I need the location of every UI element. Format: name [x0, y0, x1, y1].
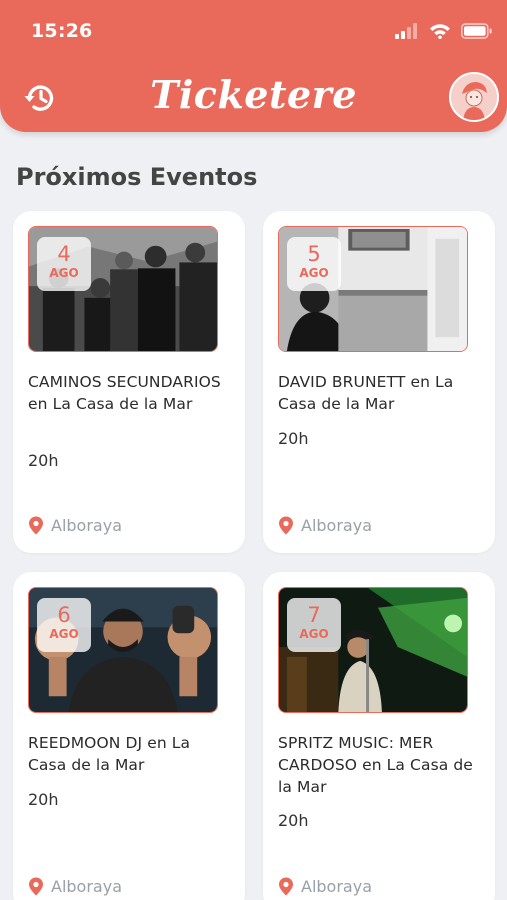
status-time: 15:26: [31, 20, 93, 42]
event-time: 20h: [28, 790, 59, 809]
date-day: 6: [57, 603, 71, 627]
date-month: AGO: [299, 266, 329, 280]
app-header: 15:26 Ticketere: [0, 0, 507, 132]
event-title: SPRITZ MUSIC: MER CARDOSO en La Casa de …: [278, 734, 473, 796]
event-time: 20h: [278, 429, 309, 448]
date-badge: 6 AGO: [37, 598, 91, 652]
date-badge: 7 AGO: [287, 598, 341, 652]
event-time: 20h: [28, 451, 59, 470]
event-photo: 4 AGO: [28, 226, 218, 352]
event-time: 20h: [278, 811, 309, 830]
location-text: Alboraya: [51, 516, 122, 535]
event-location: Alboraya: [28, 877, 122, 896]
event-card[interactable]: 4 AGO CAMINOS SECUNDARIOS en La Casa de …: [13, 211, 245, 553]
event-card[interactable]: 5 AGO DAVID BRUNETT en La Casa de la Mar…: [263, 211, 495, 553]
date-day: 7: [307, 603, 321, 627]
event-card[interactable]: 7 AGO SPRITZ MUSIC: MER CARDOSO en La Ca…: [263, 572, 495, 900]
location-text: Alboraya: [301, 877, 372, 896]
location-text: Alboraya: [51, 877, 122, 896]
app-logo: Ticketere: [150, 72, 357, 117]
battery-icon: [461, 23, 492, 39]
event-photo: 7 AGO: [278, 587, 468, 713]
location-pin-icon: [279, 516, 293, 535]
event-card[interactable]: 6 AGO REEDMOON DJ en La Casa de la Mar 2…: [13, 572, 245, 900]
location-text: Alboraya: [301, 516, 372, 535]
date-day: 5: [307, 242, 321, 266]
section-title: Próximos Eventos: [16, 163, 258, 191]
date-month: AGO: [49, 266, 79, 280]
event-title: REEDMOON DJ en La Casa de la Mar: [28, 734, 191, 774]
status-icons: [395, 22, 493, 40]
date-day: 4: [57, 242, 71, 266]
event-location: Alboraya: [278, 516, 372, 535]
date-badge: 5 AGO: [287, 237, 341, 291]
event-title: CAMINOS SECUNDARIOS en La Casa de la Mar: [28, 373, 221, 413]
location-pin-icon: [29, 516, 43, 535]
date-badge: 4 AGO: [37, 237, 91, 291]
avatar[interactable]: [449, 72, 499, 122]
location-pin-icon: [279, 877, 293, 896]
event-location: Alboraya: [28, 516, 122, 535]
date-month: AGO: [299, 627, 329, 641]
event-photo: 6 AGO: [28, 587, 218, 713]
event-photo: 5 AGO: [278, 226, 468, 352]
signal-icon: [395, 23, 417, 39]
location-pin-icon: [29, 877, 43, 896]
event-title: DAVID BRUNETT en La Casa de la Mar: [278, 373, 454, 413]
date-month: AGO: [49, 627, 79, 641]
event-location: Alboraya: [278, 877, 372, 896]
wifi-icon: [430, 24, 450, 39]
